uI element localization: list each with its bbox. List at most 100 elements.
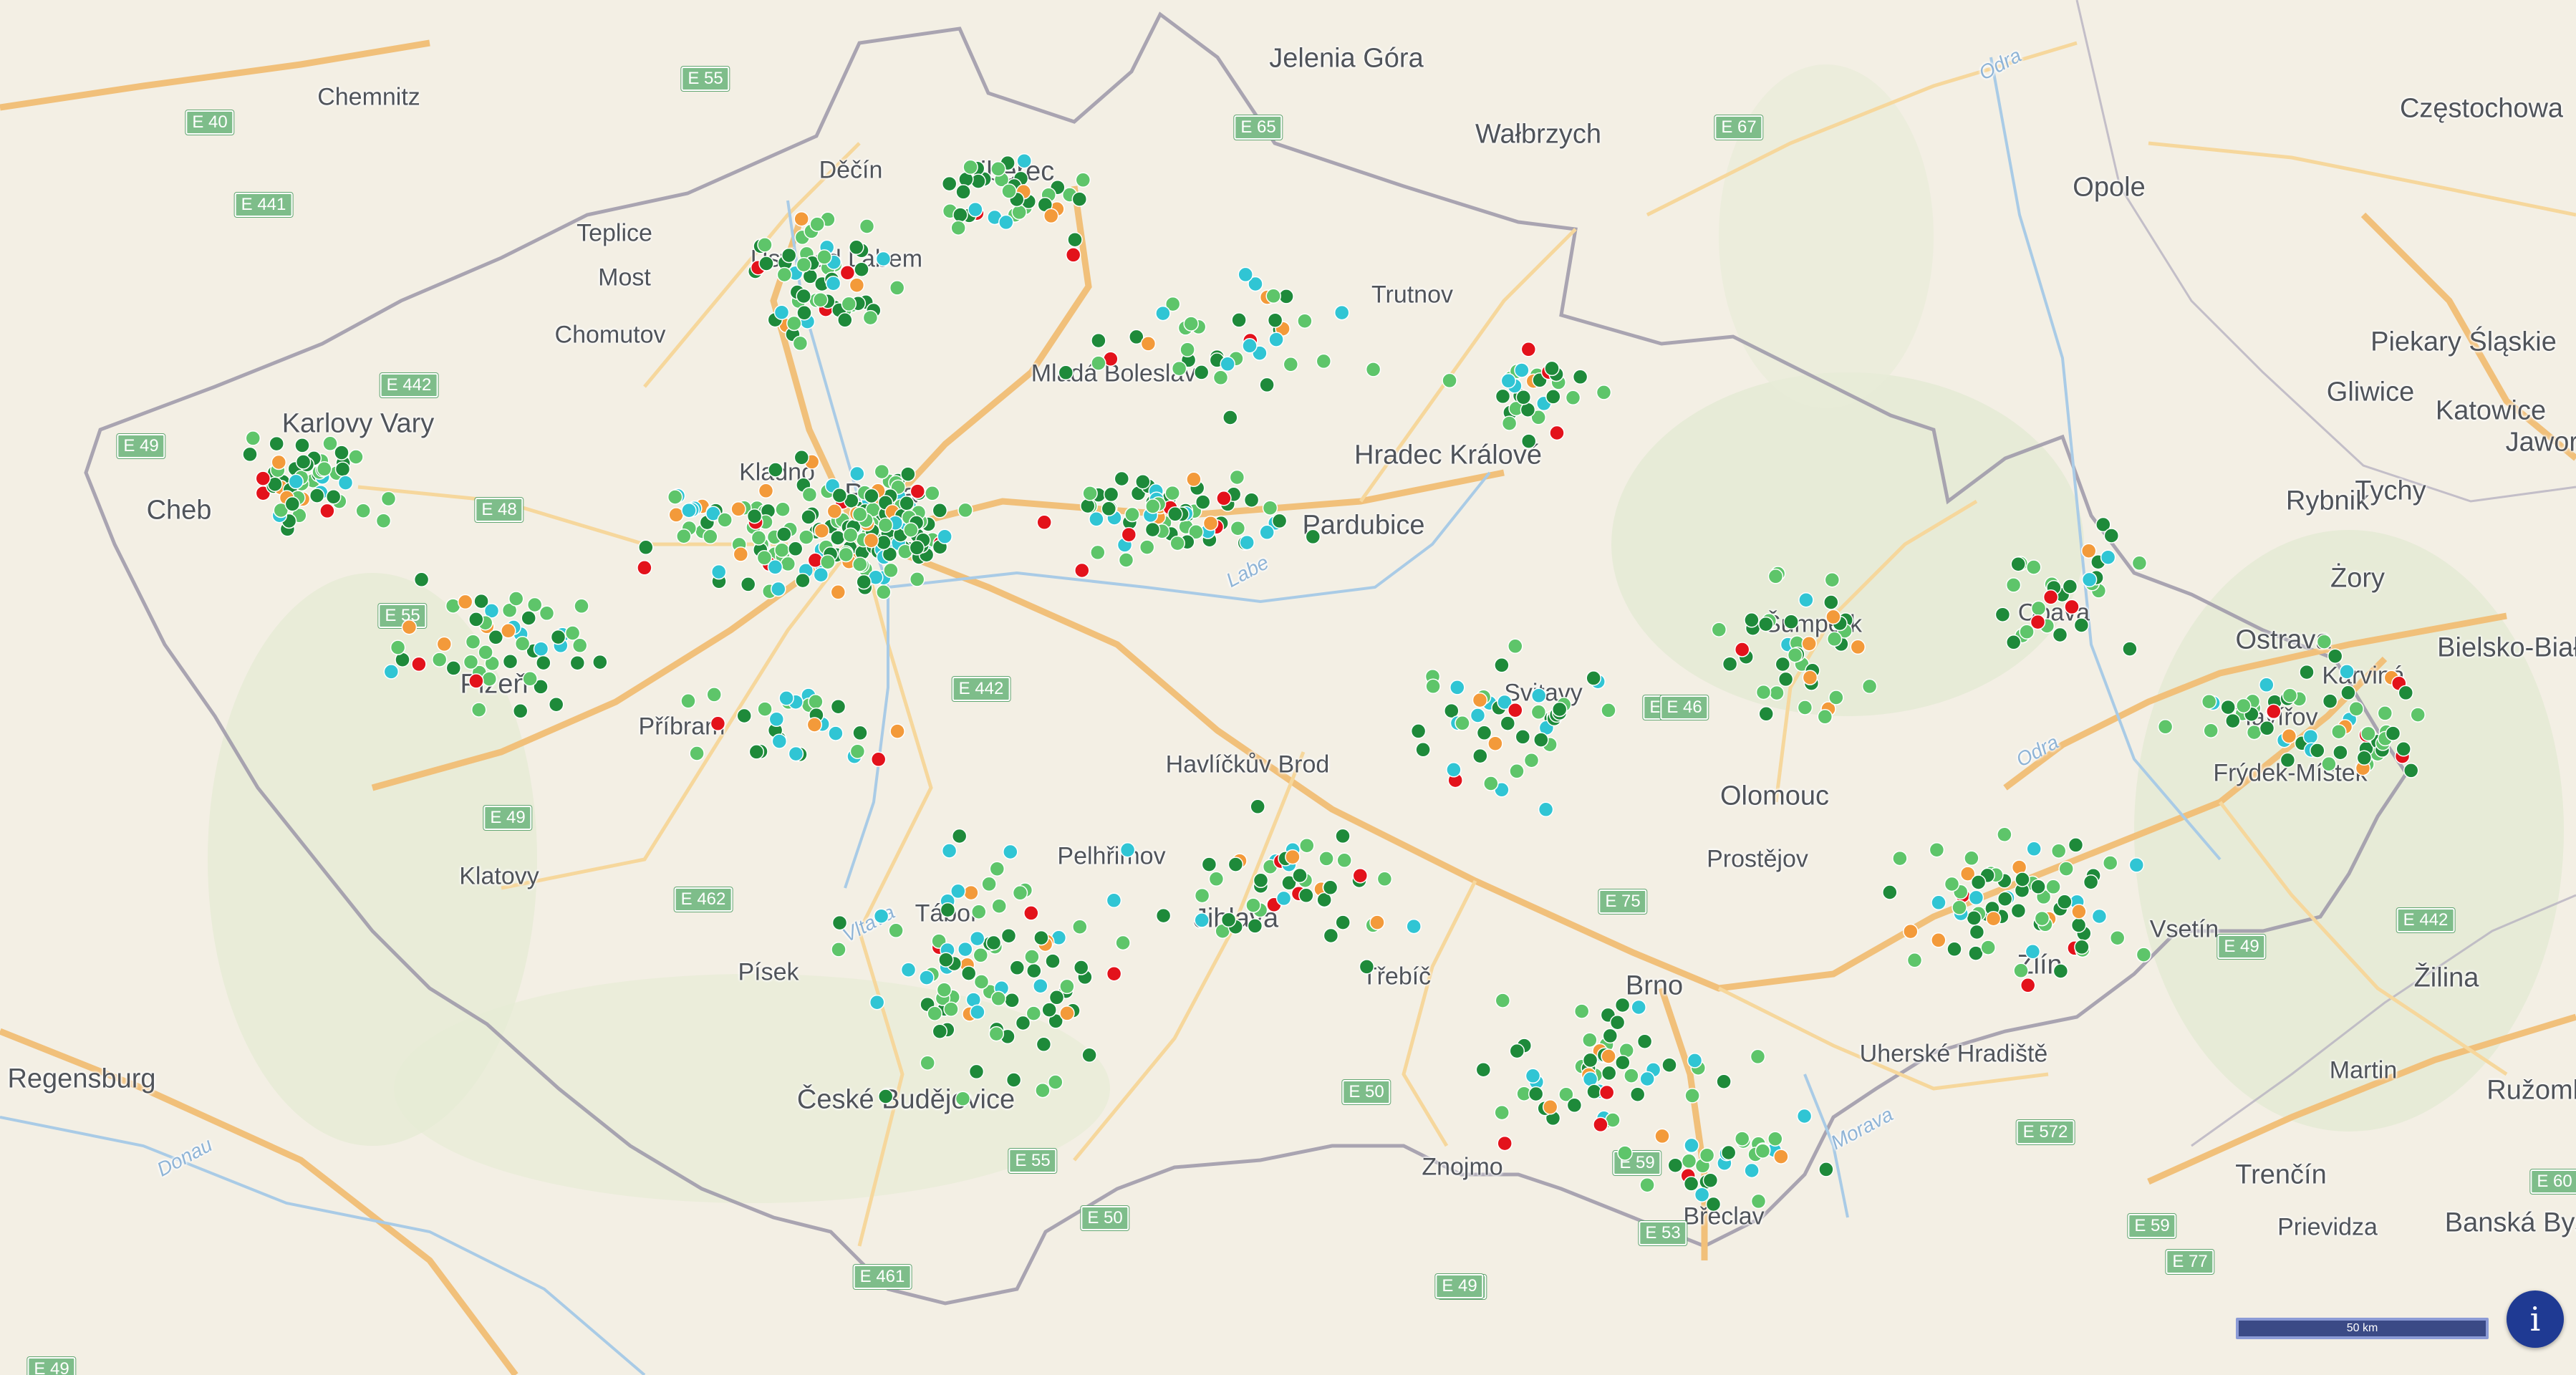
station-marker[interactable] (1183, 316, 1199, 332)
station-marker[interactable] (787, 541, 804, 557)
station-marker[interactable] (820, 554, 836, 570)
station-marker[interactable] (1035, 1082, 1051, 1099)
station-marker[interactable] (828, 725, 844, 741)
station-marker[interactable] (2122, 641, 2138, 657)
station-marker[interactable] (927, 1005, 942, 1021)
station-marker[interactable] (1472, 748, 1488, 764)
station-marker[interactable] (1067, 231, 1083, 248)
station-marker[interactable] (877, 1089, 894, 1104)
station-marker[interactable] (981, 876, 997, 892)
station-marker[interactable] (411, 656, 427, 672)
station-marker[interactable] (1180, 342, 1195, 357)
station-marker[interactable] (767, 559, 783, 575)
station-marker[interactable] (830, 530, 846, 546)
station-marker[interactable] (1716, 1074, 1732, 1089)
station-marker[interactable] (1573, 1003, 1590, 1019)
station-marker[interactable] (874, 463, 890, 480)
station-marker[interactable] (1797, 700, 1813, 715)
station-marker[interactable] (703, 529, 718, 545)
station-marker[interactable] (899, 496, 915, 511)
station-marker[interactable] (1186, 471, 1202, 488)
station-marker[interactable] (1041, 1002, 1057, 1018)
station-marker[interactable] (1744, 612, 1760, 628)
station-marker[interactable] (2333, 744, 2348, 761)
station-marker[interactable] (1906, 952, 1923, 968)
station-marker[interactable] (1259, 377, 1275, 393)
station-marker[interactable] (1299, 837, 1315, 854)
station-marker[interactable] (1825, 609, 1841, 625)
station-marker[interactable] (1861, 678, 1878, 695)
station-marker[interactable] (1969, 924, 1985, 940)
station-marker[interactable] (1026, 1005, 1042, 1021)
station-marker[interactable] (348, 449, 364, 465)
station-marker[interactable] (875, 251, 892, 267)
station-marker[interactable] (796, 288, 811, 304)
station-marker[interactable] (319, 503, 335, 519)
station-marker[interactable] (1024, 949, 1040, 965)
station-marker[interactable] (334, 461, 351, 477)
station-marker[interactable] (1542, 1099, 1558, 1115)
station-marker[interactable] (1538, 801, 1554, 818)
station-marker[interactable] (1931, 894, 1947, 911)
station-marker[interactable] (1997, 891, 2013, 907)
station-marker[interactable] (1994, 607, 2011, 622)
station-marker[interactable] (768, 711, 785, 728)
station-marker[interactable] (637, 560, 652, 576)
station-marker[interactable] (1494, 1104, 1510, 1121)
station-marker[interactable] (1750, 1193, 1767, 1210)
station-marker[interactable] (2403, 763, 2419, 778)
station-marker[interactable] (1275, 890, 1292, 907)
station-marker[interactable] (2157, 719, 2174, 735)
station-marker[interactable] (1230, 520, 1246, 536)
station-marker[interactable] (2356, 750, 2373, 766)
station-marker[interactable] (1082, 486, 1098, 501)
station-marker[interactable] (355, 503, 371, 518)
station-marker[interactable] (1509, 763, 1525, 779)
station-marker[interactable] (837, 312, 853, 328)
station-marker[interactable] (1931, 932, 1947, 948)
station-marker[interactable] (536, 655, 551, 671)
station-marker[interactable] (919, 970, 935, 985)
station-marker[interactable] (1140, 336, 1157, 352)
station-marker[interactable] (2052, 963, 2069, 979)
station-marker[interactable] (1000, 927, 1017, 944)
station-marker[interactable] (796, 256, 812, 273)
station-marker[interactable] (1720, 1144, 1737, 1161)
station-marker[interactable] (1495, 993, 1511, 1008)
station-marker[interactable] (1596, 385, 1612, 400)
station-marker[interactable] (1229, 469, 1245, 486)
station-marker[interactable] (773, 304, 790, 320)
station-marker[interactable] (989, 861, 1005, 877)
station-marker[interactable] (1001, 183, 1017, 199)
station-marker[interactable] (2100, 549, 2116, 565)
station-marker[interactable] (2282, 688, 2298, 703)
station-marker[interactable] (816, 249, 832, 265)
station-marker[interactable] (2385, 725, 2401, 741)
station-marker[interactable] (1220, 356, 1235, 372)
station-marker[interactable] (1202, 515, 1219, 531)
station-marker[interactable] (445, 660, 462, 676)
station-marker[interactable] (864, 488, 879, 504)
station-marker[interactable] (1305, 529, 1321, 545)
station-marker[interactable] (1773, 1149, 1789, 1164)
station-marker[interactable] (1654, 1128, 1670, 1144)
station-marker[interactable] (1164, 485, 1180, 501)
station-marker[interactable] (1012, 885, 1028, 901)
station-marker[interactable] (1509, 1043, 1525, 1059)
station-marker[interactable] (968, 1063, 985, 1080)
station-marker[interactable] (1048, 990, 1065, 1005)
station-marker[interactable] (1446, 762, 1462, 778)
station-marker[interactable] (2280, 752, 2296, 768)
station-marker[interactable] (1470, 708, 1486, 723)
station-marker[interactable] (909, 571, 925, 587)
station-marker[interactable] (1775, 656, 1791, 672)
station-marker[interactable] (1500, 715, 1516, 731)
station-marker[interactable] (1090, 544, 1106, 561)
station-marker[interactable] (1544, 360, 1560, 377)
station-marker[interactable] (1818, 1162, 1834, 1177)
station-marker[interactable] (771, 733, 788, 749)
station-marker[interactable] (521, 610, 536, 626)
station-marker[interactable] (1508, 638, 1523, 655)
station-marker[interactable] (1216, 491, 1232, 506)
station-marker[interactable] (730, 501, 746, 517)
